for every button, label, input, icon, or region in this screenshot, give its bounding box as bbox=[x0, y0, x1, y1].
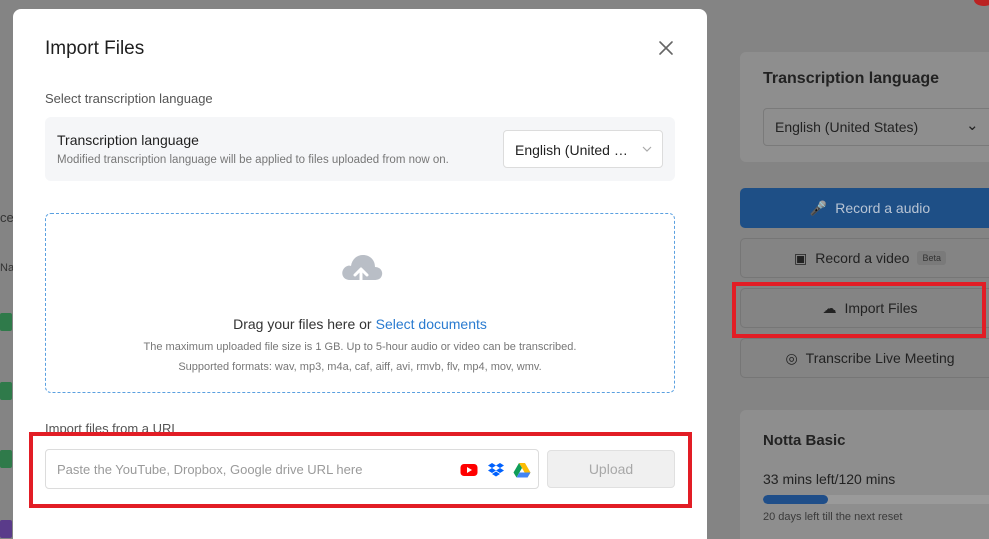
language-box-title: Transcription language bbox=[57, 132, 199, 148]
transcribe-live-label: Transcribe Live Meeting bbox=[805, 350, 955, 366]
chevron-down-icon bbox=[642, 146, 652, 152]
language-select[interactable]: English (United States) bbox=[503, 130, 663, 168]
record-audio-label: Record a audio bbox=[835, 200, 931, 216]
file-icon bbox=[0, 520, 12, 538]
modal-title: Import Files bbox=[45, 38, 145, 59]
bg-left-fragment: Na bbox=[0, 262, 15, 274]
bg-left-fragment: ce bbox=[0, 210, 14, 225]
beta-badge: Beta bbox=[917, 251, 946, 265]
record-audio-button[interactable]: 🎤 Record a audio bbox=[740, 188, 989, 228]
language-box-subtitle: Modified transcription language will be … bbox=[57, 154, 449, 166]
broadcast-icon: ◎ bbox=[785, 349, 798, 366]
right-language-value: English (United States) bbox=[775, 119, 919, 135]
dropzone-main-text: Drag your files here or Select documents bbox=[46, 316, 674, 332]
formats-hint: Supported formats: wav, mp3, m4a, caf, a… bbox=[178, 361, 542, 373]
language-select-value: English (United States) bbox=[515, 142, 635, 158]
record-video-label: Record a video bbox=[815, 250, 910, 266]
right-language-title: Transcription language bbox=[763, 70, 940, 87]
plan-progress-fill bbox=[763, 495, 828, 504]
record-video-button[interactable]: ▣ Record a video Beta bbox=[740, 238, 989, 278]
language-section-label: Select transcription language bbox=[45, 91, 213, 106]
plan-name: Notta Basic bbox=[763, 432, 846, 449]
plan-progress-bar bbox=[763, 495, 989, 504]
select-documents-link[interactable]: Select documents bbox=[376, 316, 487, 332]
plan-reset-text: 20 days left till the next reset bbox=[763, 511, 903, 523]
highlight-box-url-import bbox=[29, 432, 692, 508]
drag-text: Drag your files here or bbox=[233, 316, 372, 332]
file-dropzone[interactable]: Drag your files here or Select documents … bbox=[45, 213, 675, 393]
file-icon bbox=[0, 313, 12, 331]
close-button[interactable] bbox=[656, 38, 676, 58]
size-hint: The maximum uploaded file size is 1 GB. … bbox=[143, 341, 577, 353]
close-icon bbox=[659, 41, 673, 55]
transcribe-live-meeting-button[interactable]: ◎ Transcribe Live Meeting bbox=[740, 338, 989, 378]
language-box: Transcription language Modified transcri… bbox=[45, 117, 675, 181]
video-camera-icon: ▣ bbox=[794, 249, 808, 266]
highlight-box-import-files bbox=[732, 282, 986, 338]
file-icon bbox=[0, 382, 12, 400]
cloud-upload-icon bbox=[342, 255, 383, 289]
plan-usage: 33 mins left/120 mins bbox=[763, 471, 896, 487]
chevron-down-icon: ⌄ bbox=[966, 117, 979, 134]
microphone-icon: 🎤 bbox=[809, 199, 828, 216]
file-icon bbox=[0, 450, 12, 468]
